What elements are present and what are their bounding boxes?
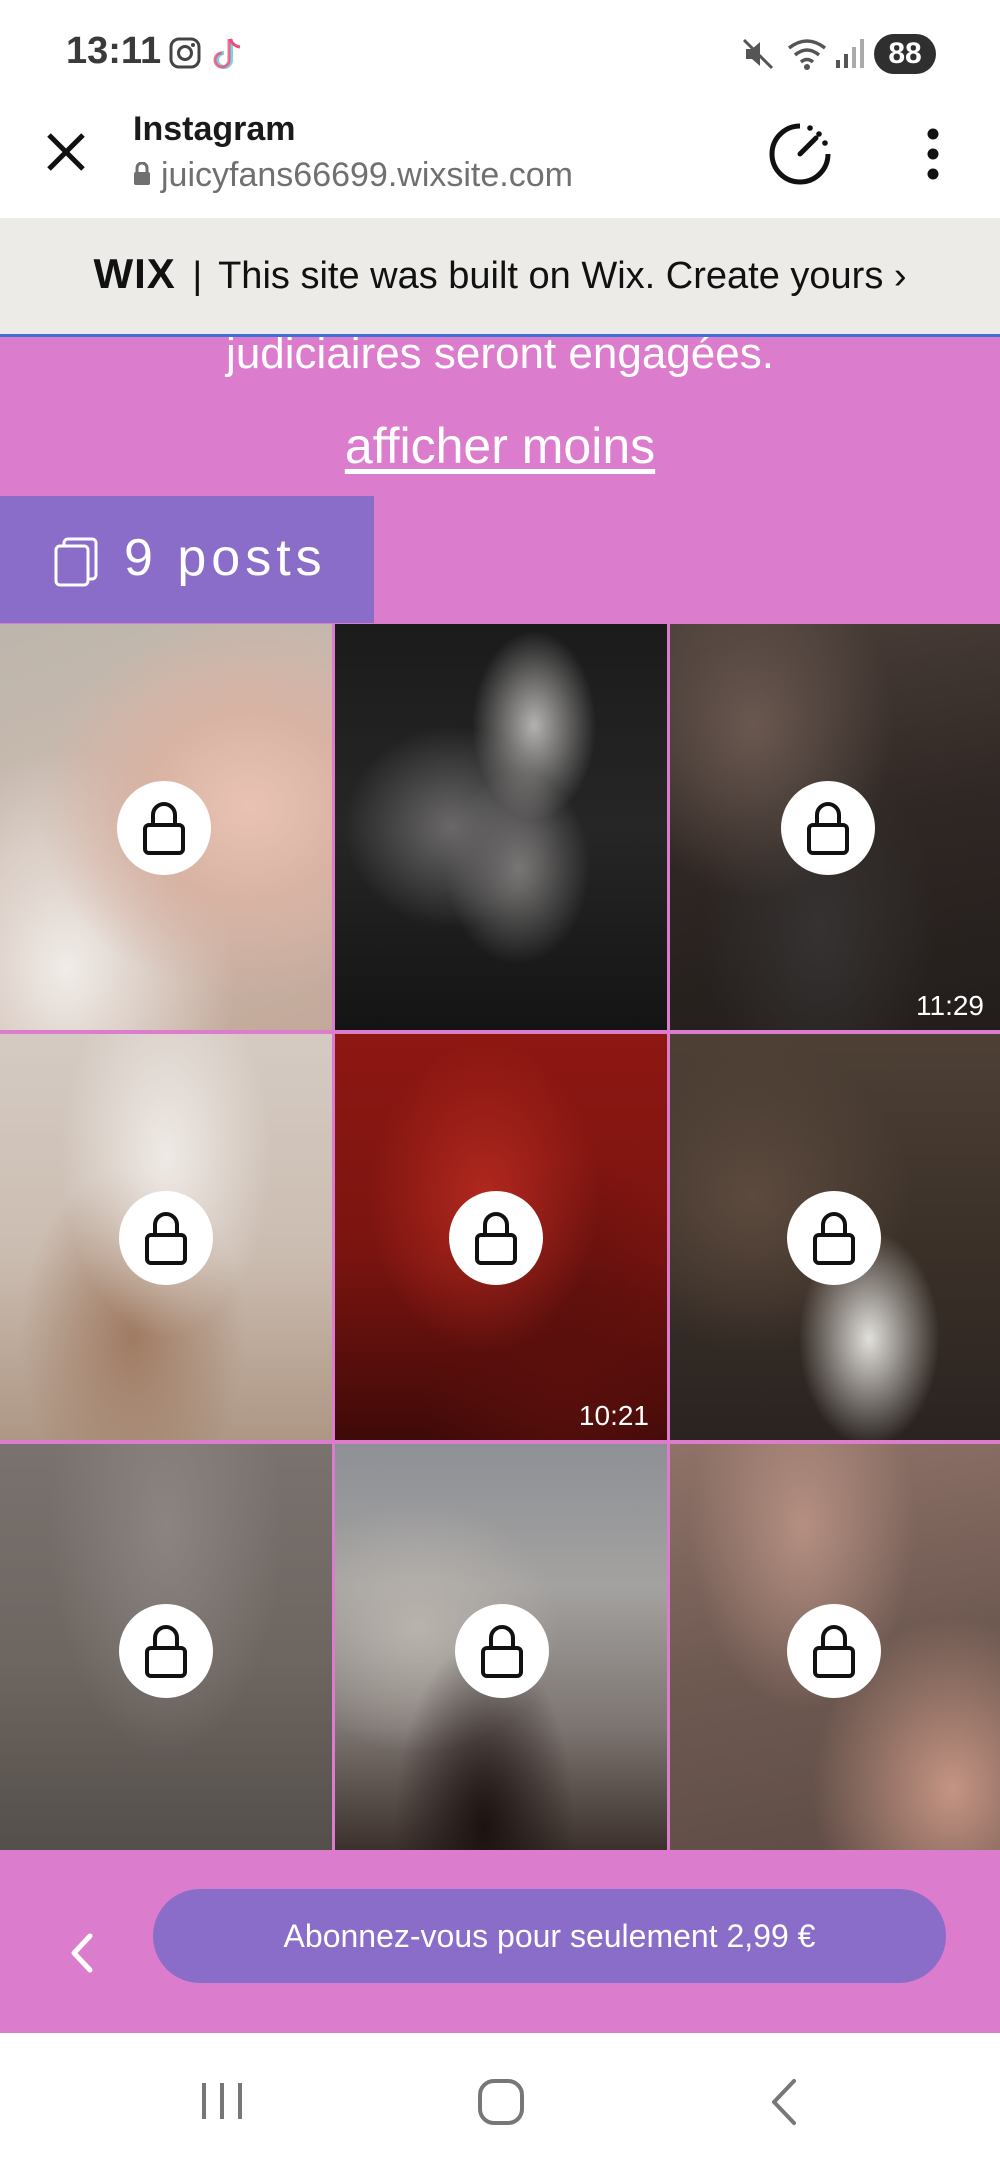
home-icon[interactable]: [476, 2077, 526, 2132]
chevron-left-icon[interactable]: [64, 1930, 98, 1976]
posts-icon: [52, 536, 100, 588]
post-tile[interactable]: [0, 624, 332, 1030]
tiktok-icon: [212, 36, 246, 77]
close-icon[interactable]: [40, 126, 92, 178]
lock-icon: [119, 1604, 213, 1698]
status-bar: 13:11 88: [0, 0, 1000, 100]
wifi-icon: [786, 36, 828, 77]
post-tile[interactable]: [670, 1444, 1000, 1850]
lock-icon: [133, 156, 151, 195]
recent-apps-icon[interactable]: [196, 2077, 248, 2130]
wix-logo: WIX: [93, 250, 176, 297]
back-icon[interactable]: [764, 2077, 804, 2132]
post-tile[interactable]: [335, 624, 667, 1030]
browser-header: Instagram juicyfans66699.wixsite.com: [0, 100, 1000, 218]
post-tile[interactable]: [0, 1444, 332, 1850]
url-bar[interactable]: juicyfans66699.wixsite.com: [133, 156, 573, 195]
subscribe-button[interactable]: Abonnez-vous pour seulement 2,99 €: [153, 1889, 946, 1983]
post-tile[interactable]: 11:29: [670, 624, 1000, 1030]
wix-banner-text: This site was built on Wix. Create yours: [218, 255, 884, 297]
lock-icon: [787, 1191, 881, 1285]
navigation-bar: [0, 2033, 1000, 2167]
lock-icon: [787, 1604, 881, 1698]
profile-description: judiciaires seront engagées.: [226, 337, 774, 378]
wix-banner[interactable]: WIX | This site was built on Wix. Create…: [0, 218, 1000, 337]
status-time: 13:11: [66, 30, 162, 72]
post-tile[interactable]: 10:21: [335, 1034, 667, 1440]
post-tile[interactable]: [670, 1034, 1000, 1440]
post-tile[interactable]: [335, 1444, 667, 1850]
signal-icon: [834, 36, 868, 75]
battery-icon: 88: [874, 34, 936, 74]
posts-count-label: 9 posts: [124, 529, 327, 587]
lock-icon: [455, 1604, 549, 1698]
lock-icon: [781, 781, 875, 875]
speedometer-icon[interactable]: [764, 118, 836, 190]
mute-icon: [740, 36, 776, 77]
browser-url: juicyfans66699.wixsite.com: [161, 156, 573, 194]
wix-separator: |: [192, 255, 203, 297]
browser-title: Instagram: [133, 110, 296, 148]
more-vertical-icon[interactable]: [910, 124, 956, 184]
instagram-icon: [168, 36, 202, 75]
blurred-thumbnail: [335, 624, 667, 1030]
posts-grid: 11:29 10:21: [0, 624, 1000, 1860]
video-duration: 11:29: [916, 990, 984, 1021]
posts-count-badge: 9 posts: [0, 496, 374, 623]
lock-icon: [449, 1191, 543, 1285]
post-tile[interactable]: [0, 1034, 332, 1440]
chevron-right-icon: ›: [893, 255, 907, 297]
show-less-link[interactable]: afficher moins: [0, 417, 1000, 475]
lock-icon: [117, 781, 211, 875]
profile-page: judiciaires seront engagées. afficher mo…: [0, 337, 1000, 2033]
lock-icon: [119, 1191, 213, 1285]
video-duration: 10:21: [578, 1400, 649, 1431]
